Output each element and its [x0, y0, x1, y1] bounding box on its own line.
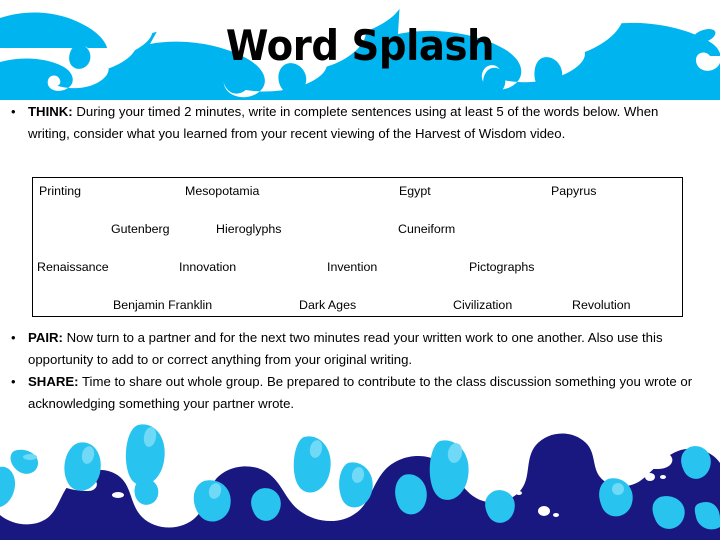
think-label: THINK:: [28, 104, 73, 119]
word-item[interactable]: Papyrus: [551, 183, 596, 199]
word-table: Printing Mesopotamia Egypt Papyrus Guten…: [32, 177, 683, 317]
bullet-marker-icon: •: [11, 104, 16, 119]
bottom-splash-graphic: [0, 415, 720, 540]
think-bullet-row: • THINK: During your timed 2 minutes, wr…: [0, 101, 704, 144]
word-item[interactable]: Egypt: [399, 183, 431, 199]
pair-bullet-text: PAIR: Now turn to a partner and for the …: [28, 327, 700, 370]
word-item[interactable]: Civilization: [453, 297, 512, 313]
word-item[interactable]: Renaissance: [37, 259, 109, 275]
bullet-marker-icon: •: [11, 330, 16, 345]
word-item[interactable]: Benjamin Franklin: [113, 297, 212, 313]
pair-body: Now turn to a partner and for the next t…: [28, 330, 663, 367]
share-label: SHARE:: [28, 374, 79, 389]
word-item[interactable]: Mesopotamia: [185, 183, 259, 199]
word-item[interactable]: Innovation: [179, 259, 236, 275]
pair-bullet-row: • PAIR: Now turn to a partner and for th…: [0, 327, 712, 370]
think-body: During your timed 2 minutes, write in co…: [28, 104, 659, 141]
word-item[interactable]: Hieroglyphs: [216, 221, 281, 237]
bottom-edge-bar: [0, 533, 720, 540]
bullet-marker-icon: •: [11, 374, 16, 389]
share-bullet-text: SHARE: Time to share out whole group. Be…: [28, 371, 700, 414]
word-item[interactable]: Invention: [327, 259, 377, 275]
pair-label: PAIR:: [28, 330, 63, 345]
think-bullet-text: THINK: During your timed 2 minutes, writ…: [28, 101, 688, 144]
word-item[interactable]: Dark Ages: [299, 297, 356, 313]
share-bullet-row: • SHARE: Time to share out whole group. …: [0, 371, 712, 414]
share-body: Time to share out whole group. Be prepar…: [28, 374, 693, 411]
word-item[interactable]: Printing: [39, 183, 81, 199]
word-item[interactable]: Gutenberg: [111, 221, 170, 237]
word-item[interactable]: Revolution: [572, 297, 631, 313]
word-item[interactable]: Cuneiform: [398, 221, 455, 237]
bottom-splash-decoration: [0, 415, 720, 540]
word-item[interactable]: Pictographs: [469, 259, 534, 275]
page-title: Word Splash: [225, 21, 495, 70]
